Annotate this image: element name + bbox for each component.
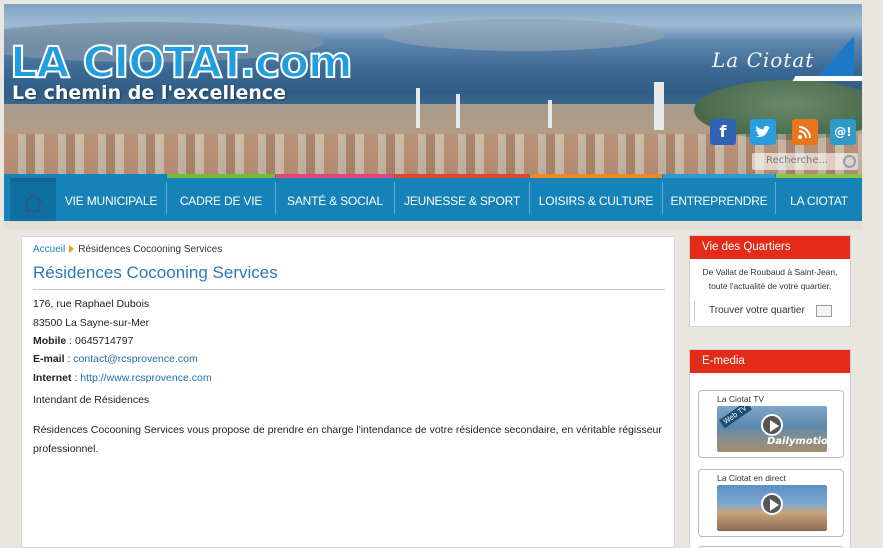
media-card-live[interactable]: La Ciotat en direct — [698, 469, 844, 537]
website-link[interactable]: http://www.rcsprovence.com — [80, 372, 211, 384]
breadcrumb-arrow-icon — [69, 245, 75, 254]
email-link[interactable]: contact@rcsprovence.com — [73, 353, 197, 365]
quartiers-heading: Vie des Quartiers — [690, 236, 850, 259]
media-title: La Ciotat TV — [717, 394, 765, 404]
video-thumbnail[interactable]: Web TV Dailymotion — [717, 406, 827, 452]
page-title: Résidences Cocooning Services — [33, 263, 278, 282]
address-line-1: 176, rue Raphael Dubois — [33, 298, 150, 310]
site-header: LA CIOTAT.com Le chemin de l'excellence … — [4, 4, 862, 174]
media-title: La Ciotat en direct — [717, 473, 786, 483]
email-line: E-mail : contact@rcsprovence.com — [33, 353, 198, 365]
rss-icon[interactable] — [792, 119, 818, 145]
search-input[interactable]: Recherche... — [752, 153, 858, 170]
nav-shadow — [4, 221, 862, 229]
nav-home-button[interactable] — [10, 178, 56, 221]
category-text: Intendant de Résidences — [33, 394, 150, 406]
main-content: Accueil Résidences Cocooning Services Rés… — [21, 236, 675, 548]
nav-cadre-de-vie[interactable]: CADRE DE VIE — [167, 174, 275, 221]
play-icon[interactable] — [761, 493, 783, 515]
quartiers-box: Vie des Quartiers De Vallat de Roubaud à… — [689, 235, 851, 327]
main-navigation: VIE MUNICIPALE CADRE DE VIE SANTÉ & SOCI… — [4, 174, 862, 221]
breadcrumb-home-link[interactable]: Accueil — [33, 244, 65, 255]
map-icon — [816, 305, 832, 317]
internet-line: Internet : http://www.rcsprovence.com — [33, 372, 212, 384]
video-thumbnail[interactable] — [717, 485, 827, 531]
description-text: Résidences Cocooning Services vous propo… — [33, 424, 662, 455]
mobile-label: Mobile — [33, 335, 67, 347]
mail-icon[interactable]: @! — [830, 119, 856, 145]
nav-vie-municipale[interactable]: VIE MUNICIPALE — [56, 174, 166, 221]
rss-feed-icon — [798, 126, 811, 139]
distant-hill — [384, 19, 664, 51]
web-tv-badge: Web TV — [719, 406, 752, 429]
breadcrumb-current: Résidences Cocooning Services — [78, 244, 223, 255]
emedia-box: E-media La Ciotat TV Web TV Dailymotion … — [689, 349, 851, 548]
search-icon[interactable] — [843, 155, 856, 168]
sail-logo-stripe — [792, 76, 862, 81]
site-logo[interactable]: LA CIOTAT.com — [9, 37, 354, 89]
twitter-bird-icon — [755, 125, 771, 137]
media-card-tv[interactable]: La Ciotat TV Web TV Dailymotion — [698, 390, 844, 458]
quartiers-text: De Vallat de Roubaud à Saint-Jean, toute… — [702, 267, 838, 291]
emedia-heading: E-media — [690, 350, 850, 373]
mobile-value: 0645714797 — [75, 335, 134, 347]
dailymotion-logo: Dailymotion — [767, 436, 827, 447]
twitter-icon[interactable] — [750, 119, 776, 145]
nav-loisirs-culture[interactable]: LOISIRS & CULTURE — [530, 174, 662, 221]
nav-sante-social[interactable]: SANTÉ & SOCIAL — [276, 174, 394, 221]
nav-jeunesse-sport[interactable]: JEUNESSE & SPORT — [395, 174, 529, 221]
shipyard-gantry — [654, 82, 664, 130]
internet-label: Internet — [33, 372, 72, 384]
find-quartier-label: Trouver votre quartier — [709, 305, 805, 316]
nav-entreprendre[interactable]: ENTREPRENDRE — [663, 174, 775, 221]
breadcrumb: Accueil Résidences Cocooning Services — [33, 244, 222, 255]
find-quartier-link[interactable]: Trouver votre quartier — [694, 301, 844, 321]
facebook-icon[interactable]: f — [710, 119, 736, 145]
address-line-2: 83500 La Sayne-sur-Mer — [33, 317, 150, 329]
play-icon[interactable] — [761, 414, 783, 436]
shipyard-crane — [416, 88, 420, 128]
site-tagline: Le chemin de l'excellence — [12, 82, 287, 104]
home-icon — [23, 193, 43, 212]
sail-logo-icon — [814, 36, 854, 80]
shipyard-crane — [456, 94, 460, 128]
title-divider — [33, 289, 665, 290]
mobile-line: Mobile : 0645714797 — [33, 335, 134, 347]
search-placeholder: Recherche... — [766, 155, 829, 166]
email-label: E-mail — [33, 353, 65, 365]
nav-la-ciotat[interactable]: LA CIOTAT — [776, 174, 862, 221]
brand-script-logo: La Ciotat — [712, 48, 815, 72]
shipyard-crane — [548, 100, 552, 128]
